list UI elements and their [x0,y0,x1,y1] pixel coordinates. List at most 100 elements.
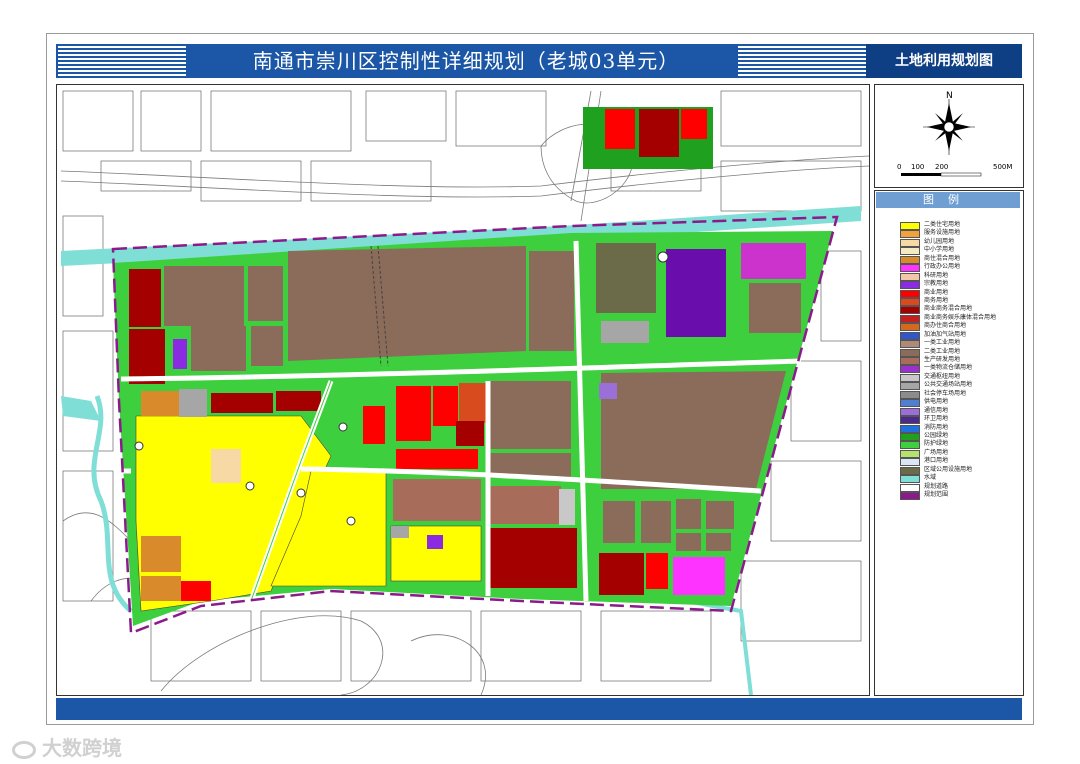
legend-item: 区域公用设施用地 [900,465,1018,475]
parcel-commercial-c3 [363,406,385,444]
parcel-commercial-strip [396,449,478,469]
parcel-rnd-b [489,486,561,524]
parcel-se-4 [706,501,734,529]
parcel-industrial-large [288,246,526,361]
legend-label: 广场用地 [924,448,949,456]
legend-label: 商业用地 [924,288,949,296]
legend-item: 公共交通场站用地 [900,381,1018,391]
title-stripes-left [58,46,186,76]
parcel-communication [599,383,617,399]
legend-label: 二类住宅用地 [924,221,961,228]
parcel-se-2 [641,501,671,543]
scale-tick-0: 0 [897,163,901,171]
watermark: 大数跨境 [12,732,122,761]
parcel-mixed-nw [129,269,161,327]
legend-label: 生产研发用地 [924,356,961,363]
legend-item: 商业商务混合用地 [900,305,1018,315]
legend-label: 一类物流仓储用地 [924,364,973,372]
legend-item: 商住混合用地 [900,254,1018,264]
parcel-industrial-center [489,381,571,449]
parcel-se-6 [706,533,731,551]
legend-item: 一类工业用地 [900,339,1018,349]
legend-item: 规划范围 [900,491,1018,500]
legend-label: 港口用地 [924,457,949,465]
parcel-parking [179,389,207,417]
parcel-commercial-c2 [433,386,458,426]
legend-label: 区域公用设施用地 [924,465,973,473]
legend-label: 科研用地 [924,271,949,279]
legend-item: 防护绿地 [900,440,1018,450]
legend-list: 二类住宅用地 服务设施用地 幼儿园用地 中小学用地 商住混合用地 行政办公用地 科研用地 宗教… [900,221,1018,500]
legend-item: 中小学用地 [900,246,1018,256]
legend-label: 交通枢纽用地 [924,372,961,380]
title-stripes-right [738,46,866,76]
parcel-utility [596,243,656,313]
parcel-se-1 [603,501,635,543]
legend-item: 宗教用地 [900,280,1018,290]
legend-item: 服务设施用地 [900,229,1018,239]
parcel-religion [173,339,187,369]
scale-tick-2: 200 [935,163,948,171]
parcel-mixed-large [489,528,577,588]
parcel-industrial-4 [251,326,283,366]
legend-item: 公园绿地 [900,431,1018,441]
legend-label: 公园绿地 [924,431,949,439]
legend-item: 供电用地 [900,398,1018,408]
land-use-map-svg [60,90,869,695]
parcel-commercial-mix-a [211,393,273,413]
legend-label: 幼儿园用地 [924,237,955,245]
parcel-mixed-c [456,421,484,446]
legend-label: 通信用地 [924,406,949,414]
watermark-logo-icon [12,740,36,759]
facility-marker-1 [134,441,144,451]
facility-marker-5 [338,422,348,432]
legend-label: 中小学用地 [924,246,955,254]
land-use-map[interactable] [56,84,870,696]
legend-label: 加油加气站用地 [924,330,967,338]
legend-item: 广场用地 [900,448,1018,458]
parcel-kindergarten [211,449,241,483]
legend-item: 规划道路 [900,483,1018,492]
parcel-parking-2 [391,526,409,538]
legend-label: 水域 [924,474,937,482]
legend-item: 商业商务娱乐康体混合用地 [900,314,1018,323]
parcel-se-mixed [599,553,644,595]
legend-label: 防护绿地 [924,440,949,448]
legend-item: 水域 [900,474,1018,484]
legend-item: 消防用地 [900,424,1018,433]
parcel-industrial-3 [191,326,246,371]
legend-item: 环卫用地 [900,415,1018,425]
parcel-telecom [427,535,443,549]
legend-item: 科研用地 [900,271,1018,281]
parcel-industrial-2 [248,266,283,321]
parcel-commercial-mix-b [276,391,321,411]
legend-label: 行政办公用地 [924,263,961,271]
parcel-business-c [459,383,487,423]
parcel-industrial-east [529,251,574,351]
water-west [61,396,101,421]
legend-label: 供电用地 [924,398,949,406]
legend-item: 一类物流仓储用地 [900,364,1018,374]
legend-label: 社会停车场用地 [924,389,967,397]
legend-item: 通信用地 [900,406,1018,416]
watermark-text: 大数跨境 [42,736,122,760]
legend-label: 商住混合用地 [924,254,961,262]
legend-item: 港口用地 [900,457,1018,467]
parcel-se-commercial [646,553,668,589]
legend-title: 图例 [876,192,1020,208]
scale-tick-1: 100 [911,163,924,171]
legend-label: 一类工业用地 [924,339,961,347]
parcel-mixed-sw [141,536,181,572]
parcel-commercial-c1 [396,386,431,441]
parcel-admin [741,243,806,279]
legend-label: 环卫用地 [924,415,949,423]
scale-tick-3: 500M [993,163,1012,171]
parcel-mixed-w [129,329,165,384]
bottom-bar [56,698,1022,720]
parcel-transit [601,321,649,343]
map-title: 南通市崇川区控制性详细规划（老城03单元） [252,49,680,73]
facility-marker-2 [245,481,255,491]
parcel-logistics [666,249,726,337]
parcel-se-5 [676,533,701,551]
facility-marker-3 [296,488,306,498]
